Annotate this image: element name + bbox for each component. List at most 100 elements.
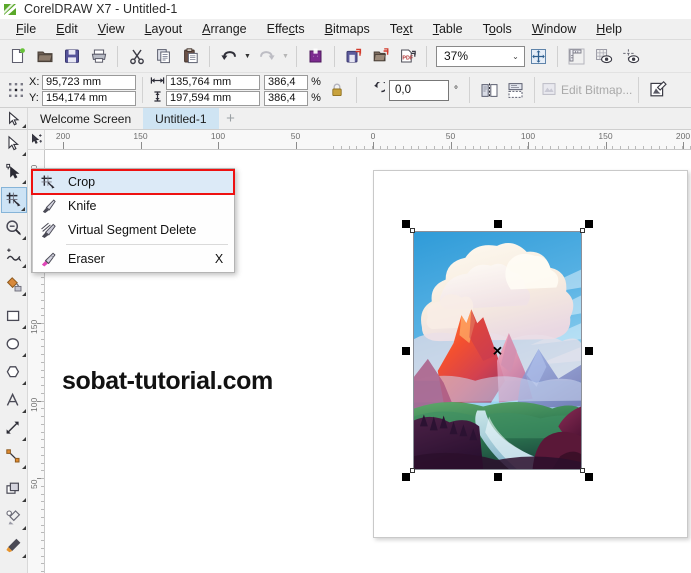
flyout-arrow-icon[interactable]: [21, 264, 26, 268]
flyout-arrow-icon[interactable]: [21, 236, 26, 240]
object-origin-icon[interactable]: [3, 77, 29, 103]
copy-button[interactable]: [150, 43, 177, 70]
scale-vertical-input[interactable]: 386,4: [264, 90, 308, 106]
mirror-horizontal-icon[interactable]: [476, 77, 502, 103]
menu-help[interactable]: Help: [586, 20, 632, 38]
toolbox-parallel-dimension-tool[interactable]: [1, 416, 27, 442]
show-rulers-button[interactable]: [563, 43, 590, 70]
toolbox-text-tool[interactable]: [1, 388, 27, 414]
menu-bitmaps[interactable]: Bitmaps: [315, 20, 380, 38]
new-document-button[interactable]: [4, 43, 31, 70]
paste-button[interactable]: [177, 43, 204, 70]
open-document-button[interactable]: [31, 43, 58, 70]
tab-welcome-screen[interactable]: Welcome Screen: [28, 108, 143, 129]
toolbox-crop-tool[interactable]: [0, 187, 27, 213]
toolbox-shape-tool[interactable]: [1, 159, 27, 185]
pick-tool-corner-icon[interactable]: [0, 108, 28, 129]
flyout-arrow-icon[interactable]: [20, 207, 25, 211]
flyout-arrow-icon[interactable]: [21, 353, 26, 357]
menu-arrange[interactable]: Arrange: [192, 20, 256, 38]
crop-tool-flyout-menu[interactable]: Crop Knife Virtual Segment Delete Eraser…: [31, 168, 235, 273]
export-for-web-button[interactable]: [367, 43, 394, 70]
flyout-arrow-icon[interactable]: [21, 409, 26, 413]
flyout-arrow-icon[interactable]: [21, 498, 26, 502]
height-input[interactable]: 197,594 mm: [166, 90, 260, 106]
tab-untitled-1[interactable]: Untitled-1: [143, 108, 219, 129]
flyout-item-eraser[interactable]: Eraser X: [32, 247, 234, 271]
toolbox-polygon-tool[interactable]: [1, 360, 27, 386]
flyout-arrow-icon[interactable]: [21, 325, 26, 329]
menu-edit[interactable]: Edit: [46, 20, 88, 38]
toolbox-pick-tool[interactable]: [1, 131, 27, 157]
flyout-arrow-icon[interactable]: [22, 124, 26, 128]
ruler-origin-button[interactable]: [28, 130, 45, 150]
flyout-arrow-icon[interactable]: [21, 152, 26, 156]
toolbox-smart-fill-tool[interactable]: [1, 271, 27, 297]
selection-handle-bottom-center[interactable]: [493, 473, 502, 481]
menu-tools[interactable]: Tools: [473, 20, 522, 38]
flyout-arrow-icon[interactable]: [21, 465, 26, 469]
add-page-button[interactable]: +: [219, 108, 243, 129]
export-button[interactable]: [340, 43, 367, 70]
edit-bitmap-button[interactable]: Edit Bitmap...: [541, 81, 632, 100]
chevron-down-icon[interactable]: ⌄: [507, 52, 524, 61]
flyout-arrow-icon[interactable]: [21, 437, 26, 441]
redo-button[interactable]: [253, 43, 280, 70]
zoom-level-combobox[interactable]: 37% ⌄: [436, 45, 525, 67]
toolbox-rectangle-tool[interactable]: [1, 304, 27, 330]
bitmap-node-bl[interactable]: [410, 468, 415, 473]
trace-bitmap-icon[interactable]: [645, 77, 671, 103]
show-grid-button[interactable]: [590, 43, 617, 70]
selection-handle-middle-right[interactable]: [585, 346, 593, 355]
menu-effects[interactable]: Effects: [257, 20, 315, 38]
toolbox-straight-line-connector-tool[interactable]: [1, 444, 27, 470]
flyout-item-virtual-segment-delete[interactable]: Virtual Segment Delete: [32, 218, 234, 242]
menu-layout[interactable]: Layout: [135, 20, 193, 38]
lock-ratio-icon[interactable]: [324, 77, 350, 103]
selection-handle-bottom-left[interactable]: [402, 473, 410, 481]
selection-handle-top-right[interactable]: [585, 220, 593, 228]
undo-button[interactable]: [215, 43, 242, 70]
flyout-arrow-icon[interactable]: [21, 554, 26, 558]
toolbox-fill-tool[interactable]: [1, 533, 27, 559]
toolbox-blend-tool[interactable]: [1, 477, 27, 503]
rotation-angle-input[interactable]: 0,0: [389, 79, 449, 101]
flyout-arrow-icon[interactable]: [21, 526, 26, 530]
menu-file[interactable]: File: [6, 20, 46, 38]
toolbox-freehand-tool[interactable]: [1, 243, 27, 269]
menu-table[interactable]: Table: [423, 20, 473, 38]
horizontal-ruler[interactable]: 200 150 100 50 0 50 100 150 200: [45, 130, 691, 150]
mirror-vertical-icon[interactable]: [502, 77, 528, 103]
save-document-button[interactable]: [58, 43, 85, 70]
y-position-input[interactable]: 154,174 mm: [42, 90, 136, 106]
bitmap-node-tr[interactable]: [580, 228, 585, 233]
redo-dropdown-arrow[interactable]: ▼: [280, 43, 291, 70]
selection-handle-top-center[interactable]: [493, 220, 502, 228]
x-position-input[interactable]: 95,723 mm: [42, 74, 136, 90]
width-input[interactable]: 135,764 mm: [166, 74, 260, 90]
menu-text[interactable]: Text: [380, 20, 423, 38]
flyout-arrow-icon[interactable]: [21, 292, 26, 296]
print-button[interactable]: [85, 43, 112, 70]
publish-pdf-button[interactable]: PDF: [394, 43, 421, 70]
import-button[interactable]: [302, 43, 329, 70]
menu-window[interactable]: Window: [522, 20, 586, 38]
zoom-to-fit-button[interactable]: [525, 43, 552, 70]
toolbox-color-eyedropper-tool[interactable]: [1, 505, 27, 531]
selection-handle-middle-left[interactable]: [402, 346, 410, 355]
flyout-item-crop[interactable]: Crop: [31, 169, 235, 195]
show-guidelines-button[interactable]: [617, 43, 644, 70]
selected-bitmap-group[interactable]: ✕: [402, 220, 593, 481]
scale-horizontal-input[interactable]: 386,4: [264, 74, 308, 90]
flyout-arrow-icon[interactable]: [21, 381, 26, 385]
toolbox-zoom-tool[interactable]: [1, 215, 27, 241]
selection-handle-top-left[interactable]: [402, 220, 410, 228]
selection-handle-bottom-right[interactable]: [585, 473, 593, 481]
undo-dropdown-arrow[interactable]: ▼: [242, 43, 253, 70]
flyout-arrow-icon[interactable]: [21, 180, 26, 184]
menu-view[interactable]: View: [88, 20, 135, 38]
bitmap-node-tl[interactable]: [410, 228, 415, 233]
cut-button[interactable]: [123, 43, 150, 70]
toolbox-ellipse-tool[interactable]: [1, 332, 27, 358]
flyout-item-knife[interactable]: Knife: [32, 194, 234, 218]
